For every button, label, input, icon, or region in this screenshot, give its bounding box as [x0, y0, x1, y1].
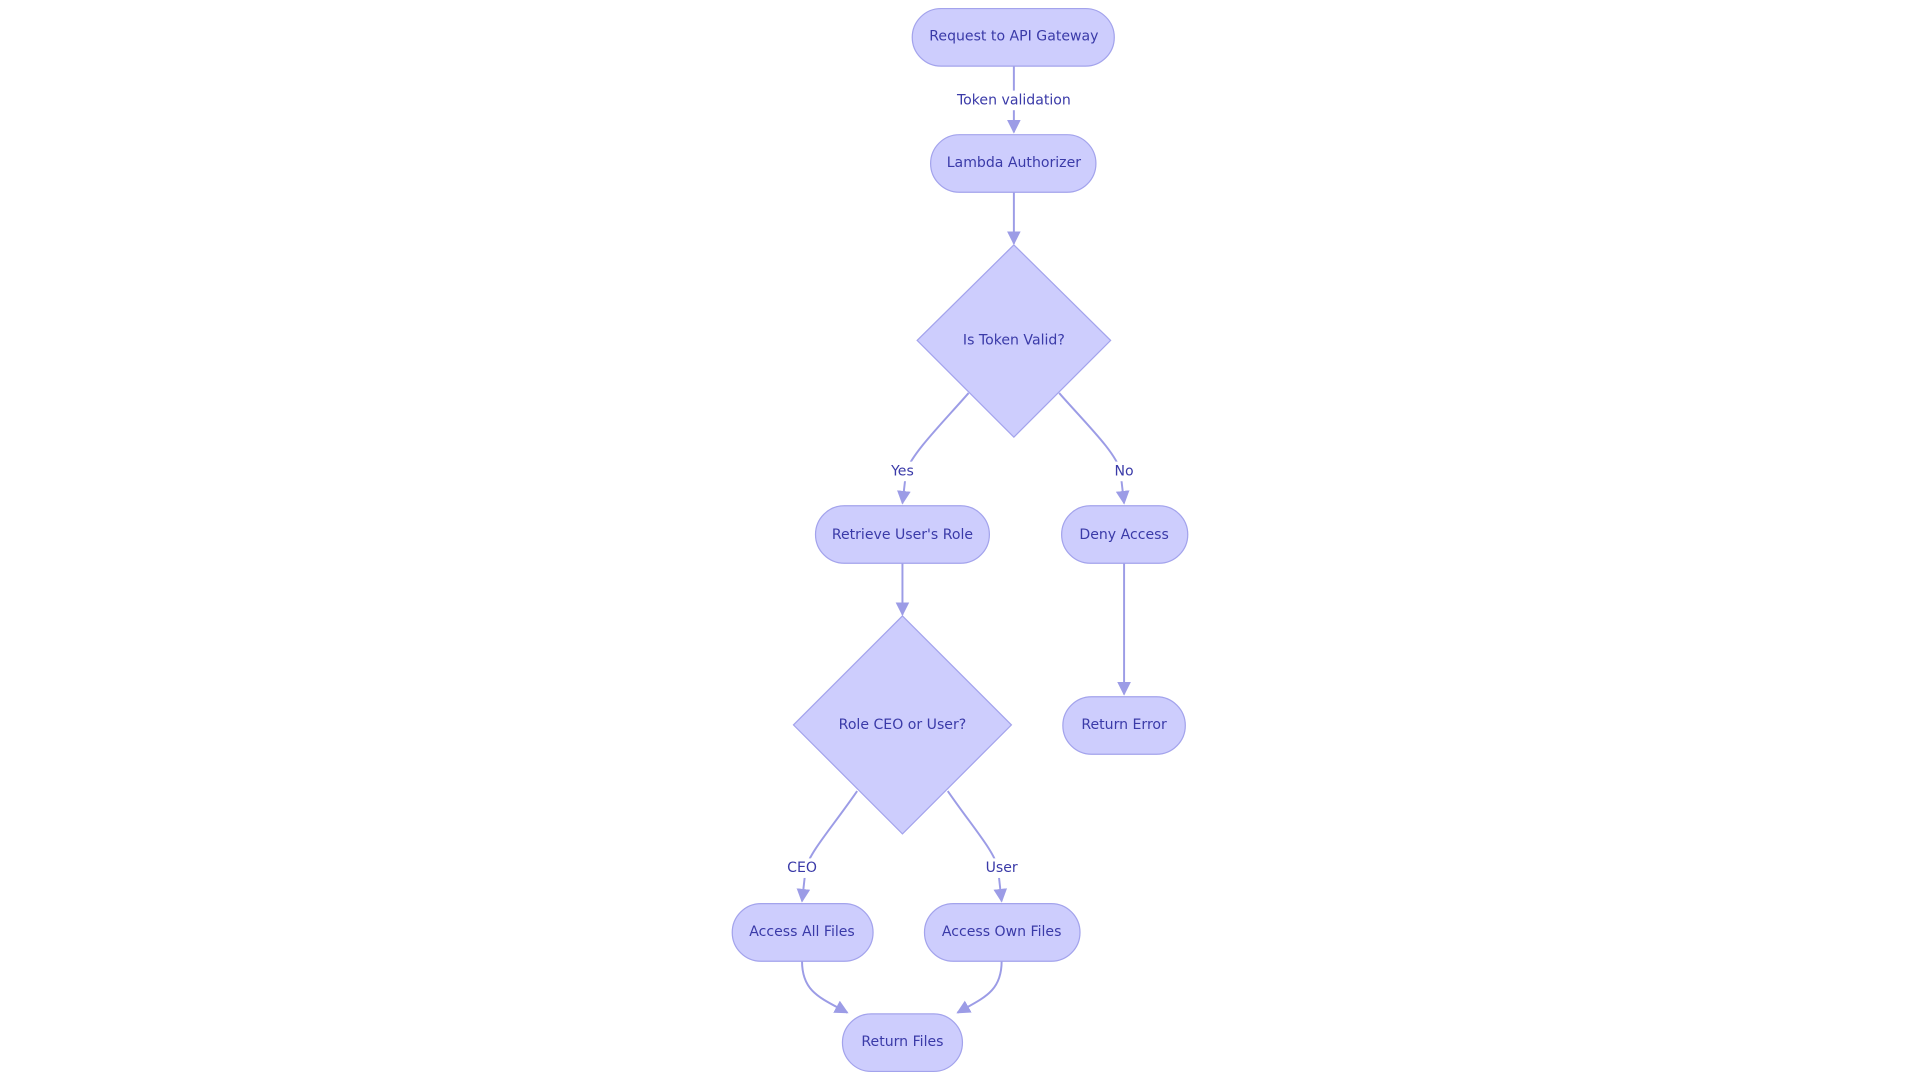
edge-accessown-returnfiles	[956, 961, 1003, 1014]
edge-label-yes: Yes	[887, 461, 918, 482]
node-lambda-authorizer: Lambda Authorizer	[930, 134, 1097, 193]
svg-text:Access All Files: Access All Files	[749, 924, 855, 940]
edge-label-token-validation: Token validation	[956, 90, 1071, 111]
svg-text:Request to API Gateway: Request to API Gateway	[929, 29, 1098, 45]
svg-text:CEO: CEO	[787, 860, 817, 876]
edge-rolecheck-accessall	[796, 790, 858, 903]
flowchart: Token validation Yes No CEO User Request…	[731, 7, 1189, 1073]
svg-text:User: User	[986, 860, 1018, 876]
svg-text:Deny Access: Deny Access	[1079, 527, 1168, 543]
node-access-own-files: Access Own Files	[923, 903, 1081, 962]
svg-text:Is Token Valid?: Is Token Valid?	[963, 332, 1065, 348]
edge-tokenvalid-deny	[1058, 392, 1130, 505]
svg-text:Token validation: Token validation	[956, 92, 1071, 108]
edge-label-no: No	[1111, 461, 1137, 482]
svg-text:Role CEO or User?: Role CEO or User?	[839, 717, 967, 733]
svg-text:Retrieve User's Role: Retrieve User's Role	[832, 527, 973, 543]
edge-tokenvalid-retrieve	[897, 392, 970, 505]
edge-rolecheck-accessown	[946, 790, 1008, 903]
decision-role-ceo-or-user: Role CEO or User?	[792, 615, 1013, 835]
svg-text:Return Files: Return Files	[861, 1034, 943, 1050]
svg-text:Return Error: Return Error	[1081, 717, 1167, 733]
svg-text:Access Own Files: Access Own Files	[942, 924, 1062, 940]
node-return-files: Return Files	[841, 1013, 964, 1073]
node-deny-access: Deny Access	[1061, 505, 1189, 564]
node-access-all-files: Access All Files	[731, 903, 874, 962]
svg-text:Yes: Yes	[890, 463, 914, 479]
edge-label-ceo: CEO	[783, 858, 821, 878]
edge-label-user: User	[983, 858, 1020, 878]
node-return-error: Return Error	[1062, 696, 1186, 755]
svg-text:Lambda Authorizer: Lambda Authorizer	[947, 155, 1082, 171]
node-retrieve-users-role: Retrieve User's Role	[814, 505, 990, 564]
node-request-to-api-gateway: Request to API Gateway	[911, 7, 1115, 67]
edge-accessall-returnfiles	[801, 961, 849, 1014]
decision-is-token-valid: Is Token Valid?	[916, 244, 1112, 439]
svg-text:No: No	[1115, 463, 1134, 479]
